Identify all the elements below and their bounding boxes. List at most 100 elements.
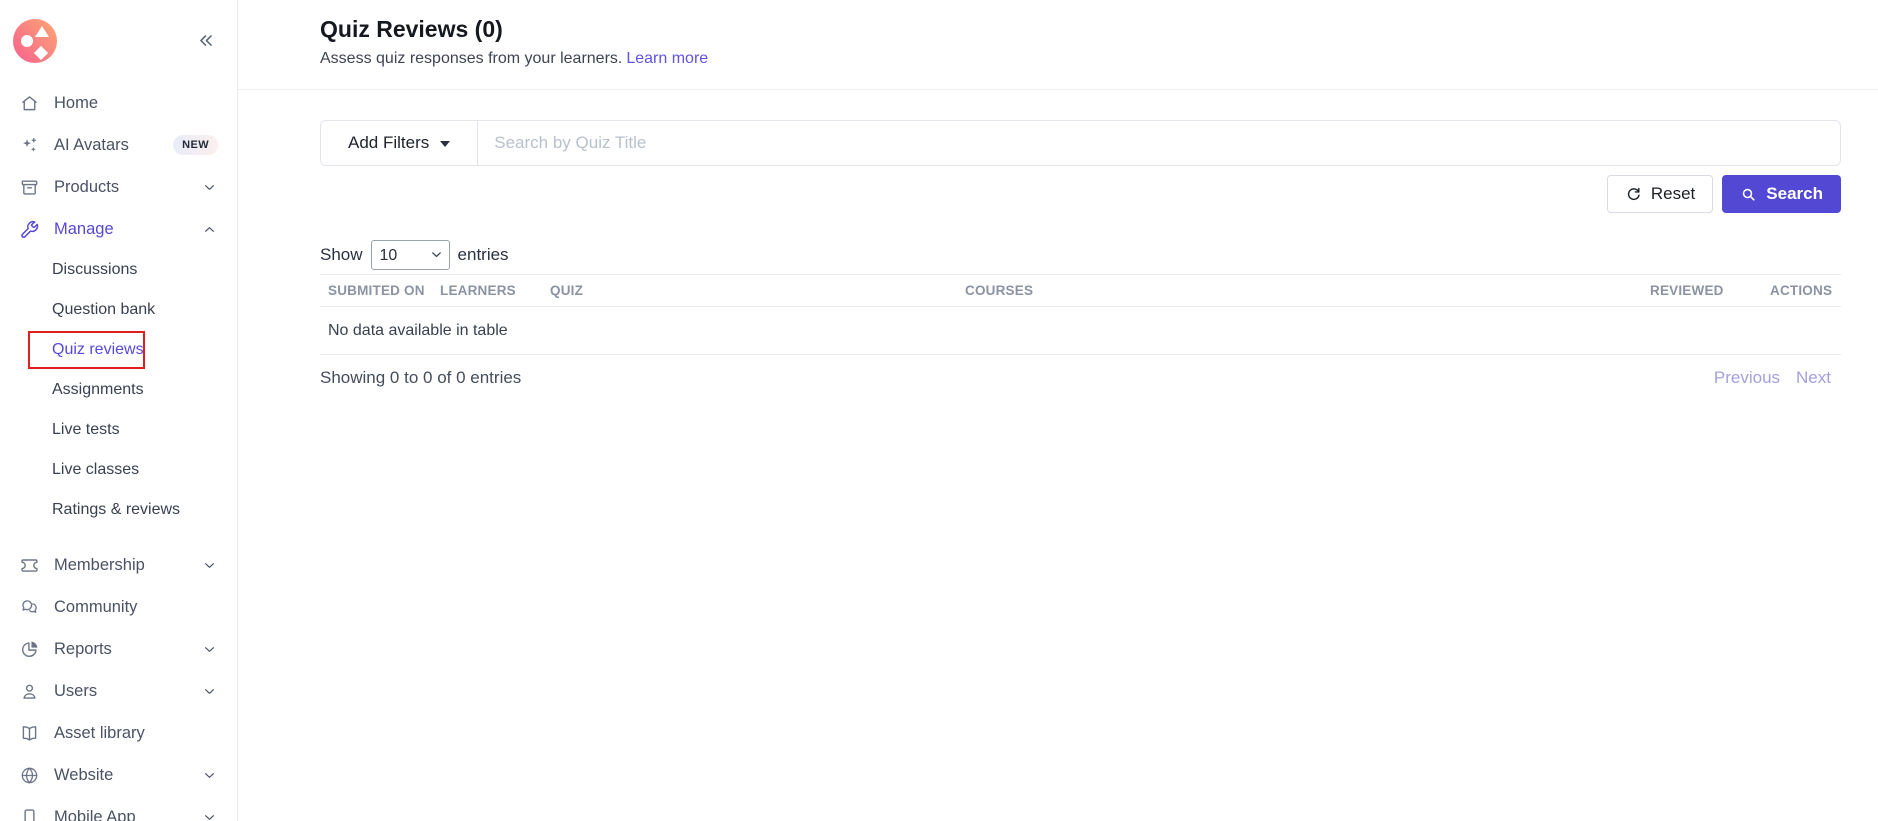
sidebar-item-label: Reports bbox=[54, 639, 112, 658]
sidebar-item-label: Membership bbox=[54, 555, 145, 574]
chevron-down-icon bbox=[201, 809, 218, 821]
previous-page-link[interactable]: Previous bbox=[1714, 368, 1780, 388]
logo-triangle-shape bbox=[35, 26, 49, 37]
sidebar-subitem-label: Live classes bbox=[52, 461, 140, 478]
refresh-icon bbox=[1625, 186, 1642, 203]
sidebar-subitem-label: Assignments bbox=[52, 381, 144, 398]
sidebar-item-reports[interactable]: Reports bbox=[0, 628, 237, 670]
sidebar-item-label: Manage bbox=[54, 219, 114, 238]
column-header-courses[interactable]: COURSES bbox=[957, 283, 1642, 298]
new-badge: NEW bbox=[173, 135, 218, 155]
quiz-title-search-input[interactable] bbox=[478, 121, 1840, 165]
logo-circle-shape bbox=[21, 35, 33, 47]
chat-bubbles-icon bbox=[19, 597, 40, 618]
open-book-icon bbox=[19, 723, 40, 744]
table-footer: Showing 0 to 0 of 0 entries Previous Nex… bbox=[320, 368, 1841, 388]
sidebar-item-products[interactable]: Products bbox=[0, 166, 237, 208]
chevron-down-icon bbox=[201, 179, 218, 196]
sidebar-item-asset-library[interactable]: Asset library bbox=[0, 712, 237, 754]
sidebar-item-label: Home bbox=[54, 93, 99, 112]
app-window: Home AI Avatars NEW Products Manage Disc… bbox=[0, 0, 1878, 821]
sidebar-collapse-button[interactable] bbox=[195, 30, 217, 52]
show-label: Show bbox=[320, 245, 363, 264]
ticket-icon bbox=[19, 555, 40, 576]
sidebar-item-label: Users bbox=[54, 681, 98, 700]
sidebar-item-ai-avatars[interactable]: AI Avatars NEW bbox=[0, 124, 237, 166]
globe-icon bbox=[19, 765, 40, 786]
home-icon bbox=[19, 93, 40, 114]
tools-icon bbox=[19, 219, 40, 240]
sidebar-subitem-ratings-reviews[interactable]: Ratings & reviews bbox=[0, 490, 237, 530]
sidebar-item-label: Mobile App bbox=[54, 807, 136, 821]
sidebar-subitem-label: Live tests bbox=[52, 421, 120, 438]
reset-button[interactable]: Reset bbox=[1606, 175, 1714, 213]
filter-actions: Reset Search bbox=[320, 175, 1841, 213]
sidebar-item-home[interactable]: Home bbox=[0, 82, 237, 124]
sidebar-nav: Home AI Avatars NEW Products Manage Disc… bbox=[0, 82, 237, 821]
quiz-reviews-table: SUBMITED ON LEARNERS QUIZ COURSES REVIEW… bbox=[320, 274, 1841, 355]
page-header: Quiz Reviews (0) Assess quiz responses f… bbox=[238, 0, 1878, 90]
sidebar-subitem-live-classes[interactable]: Live classes bbox=[0, 450, 237, 490]
sidebar-item-users[interactable]: Users bbox=[0, 670, 237, 712]
pie-chart-icon bbox=[19, 639, 40, 660]
search-icon bbox=[1740, 186, 1757, 203]
page-size-row: Show 10 entries bbox=[320, 240, 1841, 270]
add-filters-label: Add Filters bbox=[348, 133, 430, 152]
main-content: Quiz Reviews (0) Assess quiz responses f… bbox=[238, 0, 1878, 821]
page-subtitle: Assess quiz responses from your learners… bbox=[320, 50, 1878, 68]
sidebar-item-manage[interactable]: Manage bbox=[0, 208, 237, 250]
caret-down-icon bbox=[440, 141, 451, 147]
entries-label: entries bbox=[457, 245, 509, 264]
column-header-submitted-on[interactable]: SUBMITED ON bbox=[320, 283, 432, 298]
page-size-select[interactable]: 10 bbox=[370, 240, 450, 270]
subtitle-text: Assess quiz responses from your learners… bbox=[320, 50, 623, 67]
chevron-down-icon bbox=[201, 557, 218, 574]
column-header-quiz[interactable]: QUIZ bbox=[542, 283, 957, 298]
sidebar-subitem-discussions[interactable]: Discussions bbox=[0, 250, 237, 290]
sidebar: Home AI Avatars NEW Products Manage Disc… bbox=[0, 0, 238, 821]
chevron-up-icon bbox=[201, 221, 218, 238]
chevron-down-icon bbox=[201, 767, 218, 784]
page-body: Add Filters Reset Search bbox=[238, 90, 1878, 388]
learn-more-link[interactable]: Learn more bbox=[626, 50, 708, 67]
sidebar-subitem-label: Ratings & reviews bbox=[52, 501, 181, 518]
sidebar-item-membership[interactable]: Membership bbox=[0, 544, 237, 586]
reset-label: Reset bbox=[1650, 184, 1696, 203]
table-empty-state: No data available in table bbox=[320, 307, 1841, 355]
sidebar-subitem-label: Question bank bbox=[52, 301, 156, 318]
add-filters-dropdown[interactable]: Add Filters bbox=[321, 121, 477, 165]
search-label: Search bbox=[1766, 184, 1823, 203]
sparkles-icon bbox=[19, 135, 40, 156]
next-page-link[interactable]: Next bbox=[1796, 368, 1831, 388]
sidebar-item-label: Website bbox=[54, 765, 114, 784]
table-header-row: SUBMITED ON LEARNERS QUIZ COURSES REVIEW… bbox=[320, 274, 1841, 307]
sidebar-item-label: AI Avatars bbox=[54, 135, 129, 154]
column-header-reviewed[interactable]: REVIEWED bbox=[1642, 283, 1762, 298]
chevron-down-icon bbox=[201, 641, 218, 658]
sidebar-subitem-question-bank[interactable]: Question bank bbox=[0, 290, 237, 330]
sidebar-item-mobile-app[interactable]: Mobile App bbox=[0, 796, 237, 821]
double-chevron-left-icon bbox=[195, 35, 217, 56]
sidebar-subitem-live-tests[interactable]: Live tests bbox=[0, 410, 237, 450]
sidebar-subitem-assignments[interactable]: Assignments bbox=[0, 370, 237, 410]
sidebar-item-website[interactable]: Website bbox=[0, 754, 237, 796]
sidebar-subitem-label: Quiz reviews bbox=[52, 341, 144, 358]
search-button[interactable]: Search bbox=[1722, 175, 1841, 213]
sidebar-item-label: Community bbox=[54, 597, 138, 616]
page-title: Quiz Reviews (0) bbox=[320, 16, 503, 42]
user-icon bbox=[19, 681, 40, 702]
smartphone-icon bbox=[19, 807, 40, 821]
column-header-actions[interactable]: ACTIONS bbox=[1762, 283, 1841, 298]
filter-bar: Add Filters bbox=[320, 120, 1841, 166]
logo-diamond-shape bbox=[33, 45, 49, 61]
sidebar-header bbox=[0, 0, 237, 82]
sidebar-subitem-label: Discussions bbox=[52, 261, 138, 278]
pagination: Previous Next bbox=[1714, 368, 1841, 388]
sidebar-item-community[interactable]: Community bbox=[0, 586, 237, 628]
page-size-select-wrap: 10 bbox=[370, 240, 450, 270]
column-header-learners[interactable]: LEARNERS bbox=[432, 283, 542, 298]
brand-logo[interactable] bbox=[13, 19, 57, 63]
sidebar-subitem-quiz-reviews[interactable]: Quiz reviews bbox=[0, 330, 237, 370]
sidebar-item-label: Asset library bbox=[54, 723, 145, 742]
